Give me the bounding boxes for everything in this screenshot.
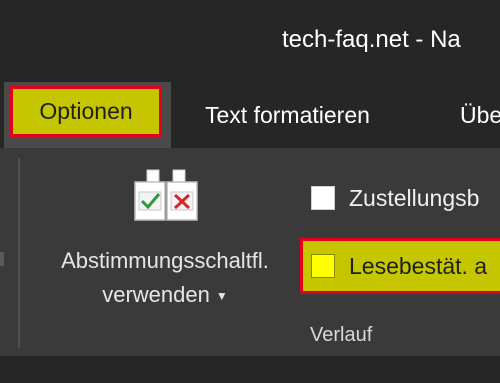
tab-options[interactable]: Optionen [4,82,171,148]
voting-label-line2-wrap: verwenden ▼ [30,278,300,313]
voting-buttons-button[interactable]: Abstimmungsschaltfl. verwenden ▼ [30,244,300,313]
voting-buttons-icon[interactable] [133,168,199,224]
window-title: tech-faq.net - Na [282,26,461,53]
tracking-group-label: Verlauf [310,324,373,346]
group-divider-stub [0,252,4,266]
group-separator [18,158,20,348]
tab-review[interactable]: Übe [460,82,500,148]
delivery-receipt-checkbox[interactable] [311,186,335,210]
title-bar: tech-faq.net - Na [0,0,500,82]
delivery-receipt-row[interactable]: Zustellungsb [311,178,479,218]
ribbon-tab-bar: Optionen Text formatieren Übe [0,82,500,148]
tab-format-text[interactable]: Text formatieren [205,82,370,148]
voting-label-line2: verwenden [102,282,210,307]
read-receipt-row[interactable]: Lesebestät. a [300,238,500,294]
voting-label-line1: Abstimmungsschaltfl. [61,248,269,273]
tab-options-label: Optionen [10,86,162,137]
read-receipt-label: Lesebestät. a [349,252,488,279]
delivery-receipt-label: Zustellungsb [349,184,480,211]
dropdown-caret-icon: ▼ [215,289,228,304]
ribbon-bottom-edge [0,356,500,383]
ribbon-panel: Abstimmungsschaltfl. verwenden ▼ Zustellu… [0,148,500,356]
read-receipt-checkbox[interactable] [311,254,335,278]
